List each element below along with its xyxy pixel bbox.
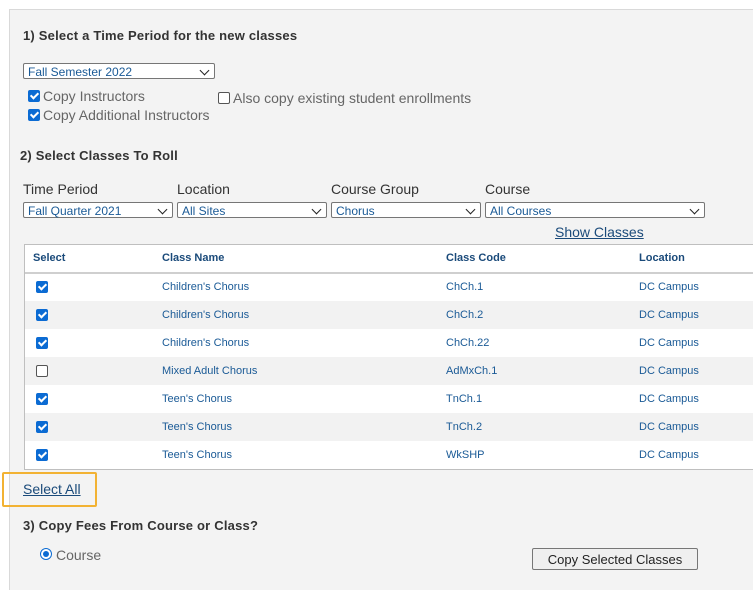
cell-class-name: Teen's Chorus [162,393,232,405]
table-row: Children's Chorus ChCh.2 DC Campus [25,301,753,329]
filter-time-period-value: Fall Quarter 2021 [28,204,122,218]
table-row: Teen's Chorus TnCh.2 DC Campus [25,413,753,441]
table-row: Mixed Adult Chorus AdMxCh.1 DC Campus [25,357,753,385]
row-select-checkbox[interactable] [36,337,48,349]
filter-course-group-select[interactable]: Chorus [331,202,481,218]
cell-location: DC Campus [639,421,699,433]
cell-class-name: Mixed Adult Chorus [162,365,258,377]
new-time-period-value: Fall Semester 2022 [28,65,133,79]
filter-course-label: Course [485,181,531,197]
filter-course-group-label: Course Group [331,181,419,197]
copy-instructors-label: Copy Instructors [43,88,145,104]
header-location[interactable]: Location [639,252,685,264]
filter-location-value: All Sites [182,204,226,218]
row-select-checkbox[interactable] [36,309,48,321]
chevron-down-icon [199,65,210,76]
filter-course-value: All Courses [490,204,552,218]
chevron-down-icon [157,204,168,215]
copy-additional-instructors-checkbox[interactable] [28,109,40,121]
cell-class-code: ChCh.2 [446,309,484,321]
header-class-code[interactable]: Class Code [446,252,506,264]
filter-time-period-select[interactable]: Fall Quarter 2021 [23,202,173,218]
cell-location: DC Campus [639,393,699,405]
header-class-name[interactable]: Class Name [162,252,224,264]
table-row: Children's Chorus ChCh.22 DC Campus [25,329,753,357]
cell-location: DC Campus [639,309,699,321]
copy-additional-instructors-label: Copy Additional Instructors [43,107,210,123]
copy-enrollments-checkbox[interactable] [218,92,230,104]
table-row: Children's Chorus ChCh.1 DC Campus [25,273,753,301]
filter-location-label: Location [177,181,230,197]
filter-time-period-label: Time Period [23,181,98,197]
new-time-period-select[interactable]: Fall Semester 2022 [23,63,215,79]
cell-class-code: AdMxCh.1 [446,365,498,377]
filter-course-select[interactable]: All Courses [485,202,705,218]
row-select-checkbox[interactable] [36,421,48,433]
copy-instructors-checkbox[interactable] [28,90,40,102]
cell-class-name: Children's Chorus [162,281,250,293]
cell-class-name: Children's Chorus [162,337,250,349]
chevron-down-icon [311,204,322,215]
table-row: Teen's Chorus WkSHP DC Campus [25,441,753,469]
cell-location: DC Campus [639,337,699,349]
row-select-checkbox[interactable] [36,365,48,377]
course-radio-label: Course [56,547,102,563]
cell-location: DC Campus [639,365,699,377]
filter-location-select[interactable]: All Sites [177,202,327,218]
chevron-down-icon [465,204,476,215]
filter-course-group-value: Chorus [336,204,375,218]
section3-heading: 3) Copy Fees From Course or Class? [23,518,259,533]
row-select-checkbox[interactable] [36,281,48,293]
cell-class-name: Children's Chorus [162,309,250,321]
section1-heading: 1) Select a Time Period for the new clas… [23,28,298,43]
cell-location: DC Campus [639,281,699,293]
cell-location: DC Campus [639,449,699,461]
copy-enrollments-label: Also copy existing student enrollments [233,90,472,106]
row-select-checkbox[interactable] [36,393,48,405]
table-header: Select Class Name Class Code Location [25,245,753,274]
show-classes-link[interactable]: Show Classes [555,224,644,240]
table-row: Teen's Chorus TnCh.1 DC Campus [25,385,753,413]
cell-class-name: Teen's Chorus [162,449,232,461]
copy-selected-classes-button[interactable]: Copy Selected Classes [532,548,698,570]
cell-class-code: TnCh.1 [446,393,483,405]
cell-class-code: TnCh.2 [446,421,483,433]
cell-class-code: WkSHP [446,449,485,461]
course-radio[interactable] [40,548,52,560]
cell-class-name: Teen's Chorus [162,421,232,433]
section2-heading: 2) Select Classes To Roll [20,148,178,163]
cell-class-code: ChCh.1 [446,281,484,293]
roll-classes-panel: 1) Select a Time Period for the new clas… [2,9,753,590]
header-select[interactable]: Select [33,252,65,264]
cell-class-code: ChCh.22 [446,337,490,349]
row-select-checkbox[interactable] [36,449,48,461]
chevron-down-icon [689,204,700,215]
select-all-link[interactable]: Select All [23,481,81,497]
classes-table: Select Class Name Class Code Location Ch… [24,244,753,470]
